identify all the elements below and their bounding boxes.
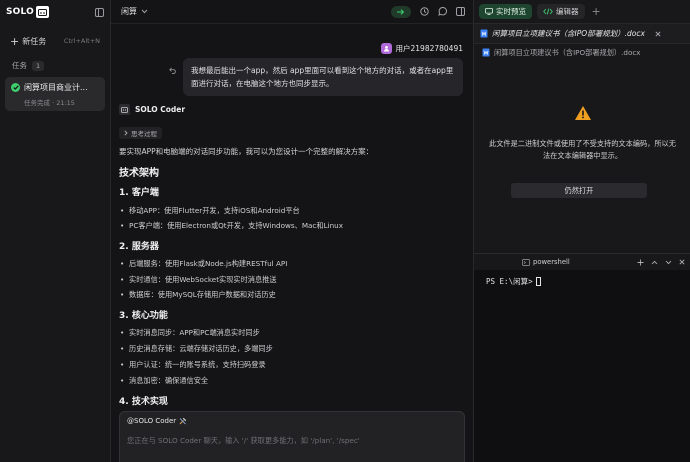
tab-label: 实时预览 <box>496 7 526 16</box>
terminal-output[interactable]: PS E:\闲算> <box>474 270 690 462</box>
answer-intro: 要实现APP和电脑端的对话同步功能，我可以为您设计一个完整的解决方案： <box>119 147 374 156</box>
logo-text: SOLO <box>6 7 34 17</box>
section-heading: 1. 客户端 <box>119 188 159 198</box>
new-task-button[interactable]: + 新任务 Ctrl+Alt+N <box>4 32 106 50</box>
close-terminal-icon[interactable] <box>679 259 685 265</box>
code-icon <box>543 8 553 15</box>
arch-heading: 技术架构 <box>119 168 159 179</box>
bot-name: SOLO Coder <box>135 105 186 114</box>
tools-icon <box>179 417 187 425</box>
prompt-text: PS E:\闲算> <box>486 277 533 286</box>
file-tab-name: 闲算项目立项建议书（含IPO部署规划）.docx <box>492 29 645 38</box>
list-item: 实时通信：使用WebSocket实现实时消息推送 <box>120 275 277 285</box>
tasks-count-badge: 1 <box>32 60 45 71</box>
bot-avatar-icon <box>119 104 130 115</box>
list-item: 移动APP：使用Flutter开发，支持iOS和Android平台 <box>120 206 300 216</box>
tasks-label: 任务 <box>12 61 27 70</box>
terminal-toolbar: powershell <box>474 253 690 270</box>
left-sidebar: SOLO + 新任务 Ctrl+Alt+N 任务 1 闲算项目商业计... 任务… <box>0 0 111 462</box>
chevron-down-icon[interactable] <box>665 260 672 265</box>
terminal-tab[interactable]: powershell <box>522 258 570 266</box>
user-name: 用户21982780491 <box>395 44 464 53</box>
task-status: 任务完成 · 21:15 <box>24 99 75 107</box>
check-circle-icon <box>11 83 20 92</box>
word-file-icon <box>482 48 490 57</box>
undo-icon[interactable] <box>169 67 177 74</box>
chat-title[interactable]: 闲算 <box>121 6 137 17</box>
list-item: 数据库：使用MySQL存储用户数据和对话历史 <box>120 290 276 300</box>
add-terminal-icon[interactable] <box>637 259 644 266</box>
terminal-icon <box>522 258 530 266</box>
terminal-prompt: PS E:\闲算> <box>486 276 679 287</box>
sync-toggle-icon[interactable] <box>391 5 411 18</box>
chat-header: 闲算 <box>111 0 473 24</box>
chevron-down-icon[interactable] <box>141 9 148 14</box>
mention-label: @SOLO Coder <box>127 417 177 425</box>
list-item: 消息加密：确保通信安全 <box>120 376 208 386</box>
close-icon[interactable] <box>655 30 661 37</box>
list-item: 后端服务：使用Flask或Node.js构建RESTful API <box>120 259 287 269</box>
open-anyway-button[interactable]: 仍然打开 <box>511 183 647 198</box>
shell-name: powershell <box>533 258 570 266</box>
message-composer[interactable]: @SOLO Coder 您正在与 SOLO Coder 聊天，输入 '/' 获取… <box>119 411 465 462</box>
tab-label: 编辑器 <box>556 7 579 16</box>
warning-message: 此文件是二进制文件或使用了不受支持的文本编码，所以无法在文本编辑器中显示。 <box>489 139 676 160</box>
avatar <box>380 43 392 54</box>
list-item: 历史消息存储：云端存储对话历史，多端同步 <box>120 344 273 354</box>
thinking-label: 思考过程 <box>131 130 157 138</box>
plus-icon: + <box>10 34 20 48</box>
new-task-label: 新任务 <box>22 36 47 46</box>
composer-input[interactable]: 您正在与 SOLO Coder 聊天，输入 '/' 获取更多能力，如 '/pla… <box>127 436 464 446</box>
right-tabs: 实时预览 编辑器 + <box>474 0 690 24</box>
sidebar-toggle-icon[interactable] <box>95 7 104 17</box>
new-chat-icon[interactable] <box>438 7 447 16</box>
chat-header-actions <box>391 5 465 18</box>
chevron-right-icon <box>124 130 128 136</box>
task-title: 闲算项目商业计... <box>24 83 88 92</box>
app-logo: SOLO <box>6 6 49 18</box>
user-identity: 用户21982780491 <box>380 43 464 54</box>
word-file-icon <box>480 29 488 38</box>
terminal-cursor <box>535 277 541 286</box>
thinking-toggle[interactable]: 思考过程 <box>119 127 162 139</box>
new-task-shortcut: Ctrl+Alt+N <box>63 37 100 45</box>
tasks-header: 任务 1 <box>12 60 110 71</box>
tab-editor[interactable]: 编辑器 <box>537 4 585 19</box>
chat-panel: 闲算 用户21982780491 我想最后能出一个app，然后 app里面可以看… <box>111 0 473 462</box>
monitor-icon <box>485 8 493 15</box>
warning-icon <box>574 105 592 121</box>
right-panel: 实时预览 编辑器 + 闲算项目立项建议书（含IPO部署规划）.docx 闲算项目… <box>473 0 690 462</box>
task-item[interactable]: 闲算项目商业计... 任务完成 · 21:15 <box>5 77 105 111</box>
history-icon[interactable] <box>420 7 429 16</box>
open-file-tab[interactable]: 闲算项目立项建议书（含IPO部署规划）.docx <box>474 24 690 44</box>
tab-live-preview[interactable]: 实时预览 <box>479 4 532 19</box>
section-heading: 2. 服务器 <box>119 242 159 252</box>
add-tab-icon[interactable]: + <box>592 5 601 18</box>
section-heading: 4. 技术实现 <box>119 397 168 407</box>
terminal-actions <box>637 259 685 266</box>
breadcrumb: 闲算项目立项建议书（含IPO部署规划）.docx <box>474 44 690 61</box>
layout-icon[interactable] <box>456 7 465 16</box>
list-item: 用户认证：统一的账号系统，支持扫码登录 <box>120 360 266 370</box>
list-item: 实时消息同步：APP和PC端消息实时同步 <box>120 328 260 338</box>
bot-header: SOLO Coder <box>119 104 185 115</box>
sidebar-header: SOLO <box>0 0 110 24</box>
agent-mention-chip[interactable]: @SOLO Coder <box>127 417 187 425</box>
list-item: PC客户端：使用Electron或Qt开发，支持Windows、Mac和Linu… <box>120 221 343 231</box>
chevron-up-icon[interactable] <box>651 260 658 265</box>
breadcrumb-file[interactable]: 闲算项目立项建议书（含IPO部署规划）.docx <box>494 48 641 58</box>
logo-icon <box>36 6 49 18</box>
warning-area <box>474 105 690 121</box>
user-message: 我想最后能出一个app，然后 app里面可以看到这个地方的对话，或者在app里面… <box>183 58 463 96</box>
section-heading: 3. 核心功能 <box>119 311 168 321</box>
